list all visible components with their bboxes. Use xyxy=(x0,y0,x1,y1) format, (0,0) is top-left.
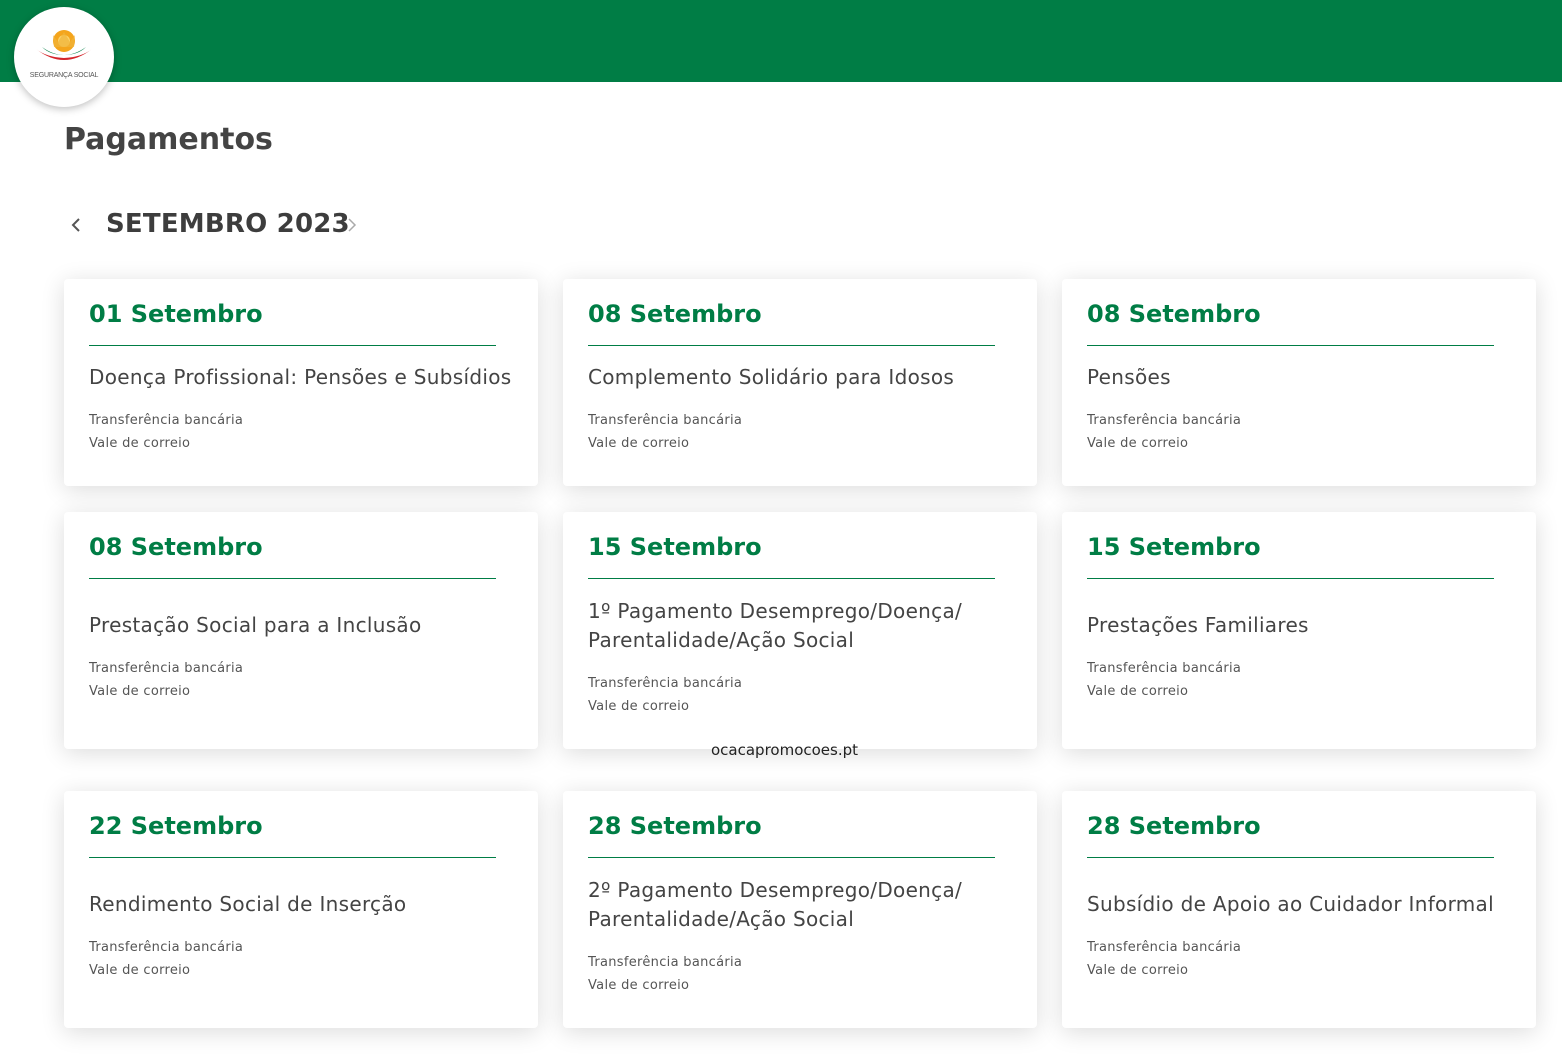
payment-date: 08 Setembro xyxy=(1087,300,1261,328)
card-divider xyxy=(588,857,995,858)
payment-date: 08 Setembro xyxy=(588,300,762,328)
payment-method: Transferência bancária xyxy=(588,676,743,691)
payment-method: Transferência bancária xyxy=(1087,661,1242,676)
logo-text: SEGURANÇA SOCIAL xyxy=(29,72,99,79)
card-divider xyxy=(588,578,995,579)
benefit-title: Rendimento Social de Inserção xyxy=(89,890,519,919)
payment-methods: Transferência bancária Vale de correio xyxy=(89,936,243,982)
card-divider xyxy=(588,345,995,346)
benefit-title: Subsídio de Apoio ao Cuidador Informal xyxy=(1087,890,1517,919)
current-month-label: SETEMBRO 2023 xyxy=(106,209,350,239)
payment-methods: Transferência bancária Vale de correio xyxy=(588,951,742,997)
benefit-title-line: Parentalidade/Ação Social xyxy=(588,907,855,931)
card-divider xyxy=(1087,578,1494,579)
payment-methods: Transferência bancária Vale de correio xyxy=(1087,657,1241,703)
payment-method: Vale de correio xyxy=(1087,963,1189,978)
benefit-title: Prestação Social para a Inclusão xyxy=(89,611,519,640)
payment-method: Transferência bancária xyxy=(1087,413,1242,428)
payment-date: 28 Setembro xyxy=(588,812,762,840)
payment-method: Transferência bancária xyxy=(89,940,244,955)
payment-card[interactable]: 28 Setembro Subsídio de Apoio ao Cuidador… xyxy=(1062,791,1536,1028)
seguranca-social-logo[interactable]: SEGURANÇA SOCIAL xyxy=(14,7,114,107)
chevron-left-icon xyxy=(71,218,80,232)
payment-methods: Transferência bancária Vale de correio xyxy=(1087,936,1241,982)
payment-method: Transferência bancária xyxy=(89,413,244,428)
benefit-title-line: Subsídio de Apoio ao Cuidador Informal xyxy=(1087,892,1494,916)
payment-method: Vale de correio xyxy=(89,436,191,451)
payment-card[interactable]: 01 Setembro Doença Profissional: Pensões … xyxy=(64,279,538,486)
payment-card[interactable]: 15 Setembro 1º Pagamento Desemprego/Doenç… xyxy=(563,512,1037,749)
benefit-title: Prestações Familiares xyxy=(1087,611,1517,640)
payment-card[interactable]: 22 Setembro Rendimento Social de Inserção… xyxy=(64,791,538,1028)
card-divider xyxy=(89,857,496,858)
payment-date: 15 Setembro xyxy=(1087,533,1261,561)
benefit-title-line: Prestações Familiares xyxy=(1087,613,1309,637)
watermark-text: ocacapromocoes.pt xyxy=(711,741,859,759)
payment-card[interactable]: 08 Setembro Complemento Solidário para Id… xyxy=(563,279,1037,486)
payment-date: 22 Setembro xyxy=(89,812,263,840)
payment-method: Vale de correio xyxy=(89,963,191,978)
benefit-title-line: Pensões xyxy=(1087,365,1171,389)
page-title: Pagamentos xyxy=(64,122,273,157)
payment-method: Vale de correio xyxy=(89,684,191,699)
payment-method: Transferência bancária xyxy=(588,955,743,970)
card-divider xyxy=(89,578,496,579)
payment-method: Vale de correio xyxy=(588,978,690,993)
benefit-title-line: 2º Pagamento Desemprego/Doença/ xyxy=(588,878,963,902)
payment-card[interactable]: 08 Setembro Pensões Transferência bancária… xyxy=(1062,279,1536,486)
logo-emblem-icon xyxy=(36,30,92,60)
benefit-title: Pensões xyxy=(1087,363,1517,392)
payment-method: Transferência bancária xyxy=(588,413,743,428)
payment-methods: Transferência bancária Vale de correio xyxy=(89,409,243,455)
payment-date: 08 Setembro xyxy=(89,533,263,561)
benefit-title-line: Rendimento Social de Inserção xyxy=(89,892,407,916)
payment-methods: Transferência bancária Vale de correio xyxy=(1087,409,1241,455)
top-header-bar xyxy=(0,0,1562,82)
benefit-title-line: 1º Pagamento Desemprego/Doença/ xyxy=(588,599,963,623)
benefit-title-line: Parentalidade/Ação Social xyxy=(588,628,855,652)
payment-methods: Transferência bancária Vale de correio xyxy=(89,657,243,703)
card-divider xyxy=(89,345,496,346)
payment-method: Transferência bancária xyxy=(89,661,244,676)
chevron-right-icon xyxy=(348,218,357,232)
payment-date: 28 Setembro xyxy=(1087,812,1261,840)
benefit-title-line: Prestação Social para a Inclusão xyxy=(89,613,422,637)
payment-card[interactable]: 15 Setembro Prestações Familiares Transfer… xyxy=(1062,512,1536,749)
card-divider xyxy=(1087,857,1494,858)
benefit-title-line: Complemento Solidário para Idosos xyxy=(588,365,955,389)
payment-methods: Transferência bancária Vale de correio xyxy=(588,409,742,455)
payment-method: Vale de correio xyxy=(588,699,690,714)
payment-method: Vale de correio xyxy=(1087,684,1189,699)
payment-methods: Transferência bancária Vale de correio xyxy=(588,672,742,718)
payment-method: Vale de correio xyxy=(1087,436,1189,451)
payment-method: Transferência bancária xyxy=(1087,940,1242,955)
benefit-title-line: Doença Profissional: Pensões e Subsídios xyxy=(89,365,512,389)
payment-card[interactable]: 28 Setembro 2º Pagamento Desemprego/Doenç… xyxy=(563,791,1037,1028)
card-divider xyxy=(1087,345,1494,346)
benefit-title: 1º Pagamento Desemprego/Doença/Parentali… xyxy=(588,597,1018,655)
next-month-button[interactable] xyxy=(340,213,364,237)
payment-date: 15 Setembro xyxy=(588,533,762,561)
benefit-title: Complemento Solidário para Idosos xyxy=(588,363,1018,392)
benefit-title: 2º Pagamento Desemprego/Doença/Parentali… xyxy=(588,876,1018,934)
previous-month-button[interactable] xyxy=(64,213,88,237)
month-navigator: SETEMBRO 2023 xyxy=(64,205,384,245)
payment-method: Vale de correio xyxy=(588,436,690,451)
payment-date: 01 Setembro xyxy=(89,300,263,328)
benefit-title: Doença Profissional: Pensões e Subsídios xyxy=(89,363,519,392)
payment-card[interactable]: 08 Setembro Prestação Social para a Inclu… xyxy=(64,512,538,749)
